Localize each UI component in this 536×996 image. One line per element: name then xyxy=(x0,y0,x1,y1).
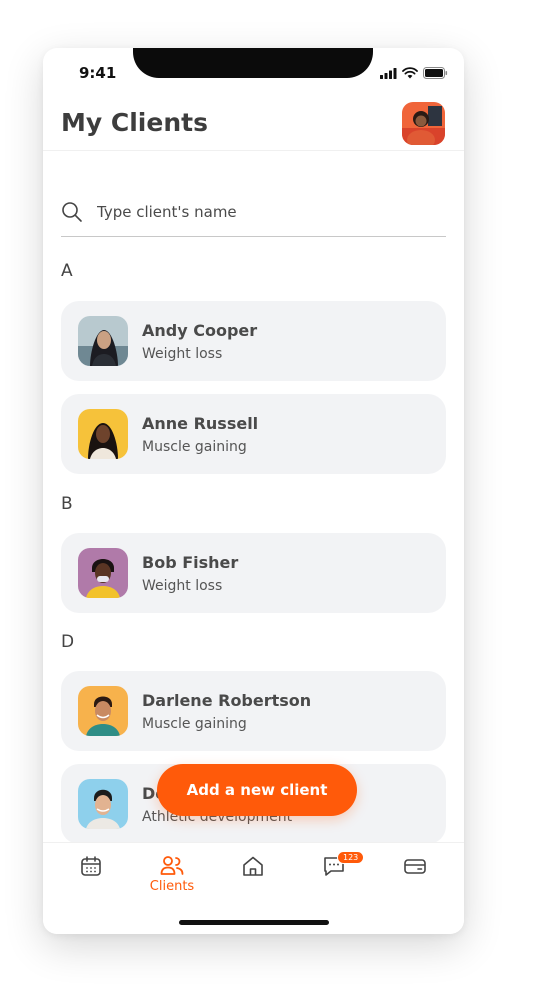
tab-label: Clients xyxy=(149,879,195,894)
client-name: Anne Russell xyxy=(142,413,259,433)
tab-payments[interactable] xyxy=(385,855,445,879)
status-time: 9:41 xyxy=(79,64,117,82)
client-avatar xyxy=(78,779,128,829)
status-icons xyxy=(380,67,448,79)
client-name: Bob Fisher xyxy=(142,552,239,572)
card-icon xyxy=(404,859,426,874)
battery-icon xyxy=(423,67,448,79)
section-letter-a: A xyxy=(61,261,73,281)
clients-icon xyxy=(160,856,184,875)
tab-clients[interactable]: Clients xyxy=(142,855,202,894)
tab-home[interactable] xyxy=(223,855,283,879)
client-name: Andy Cooper xyxy=(142,320,258,340)
client-card[interactable]: Darlene Robertson Muscle gaining xyxy=(61,671,446,751)
phone-screen: 9:41 My Clients Type client's name A And… xyxy=(43,48,464,934)
calendar-icon xyxy=(81,856,101,876)
tab-messages[interactable]: 123 xyxy=(304,851,365,879)
client-avatar xyxy=(78,686,128,736)
section-letter-b: B xyxy=(61,494,73,514)
search-bar xyxy=(61,188,446,237)
client-name: Darlene Robertson xyxy=(142,690,312,710)
client-avatar xyxy=(78,316,128,366)
search-input[interactable] xyxy=(97,203,397,221)
search-icon xyxy=(62,202,82,222)
profile-avatar[interactable] xyxy=(402,102,445,145)
home-icon xyxy=(243,856,263,876)
wifi-icon xyxy=(402,67,418,79)
client-card[interactable]: Bob Fisher Weight loss xyxy=(61,533,446,613)
client-goal: Weight loss xyxy=(142,345,223,362)
tab-calendar[interactable] xyxy=(61,855,121,879)
add-client-button[interactable]: Add a new client xyxy=(157,764,357,816)
notch xyxy=(133,48,373,78)
section-letter-d: D xyxy=(61,632,75,652)
client-goal: Muscle gaining xyxy=(142,438,247,455)
signal-icon xyxy=(380,67,397,79)
home-indicator xyxy=(179,920,329,925)
client-goal: Weight loss xyxy=(142,577,223,594)
client-card[interactable]: Andy Cooper Weight loss xyxy=(61,301,446,381)
header-divider xyxy=(43,150,464,151)
client-goal: Muscle gaining xyxy=(142,715,247,732)
client-avatar xyxy=(78,548,128,598)
notification-badge: 123 xyxy=(337,851,365,864)
client-avatar xyxy=(78,409,128,459)
page-title: My Clients xyxy=(61,108,208,137)
client-card[interactable]: Anne Russell Muscle gaining xyxy=(61,394,446,474)
